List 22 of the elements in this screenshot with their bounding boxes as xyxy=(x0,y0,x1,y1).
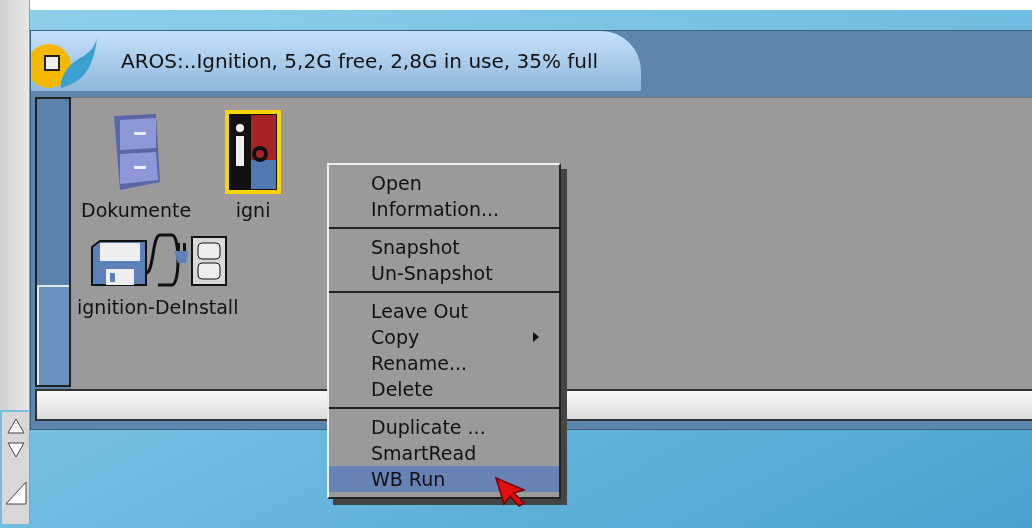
up-arrow-icon[interactable] xyxy=(5,416,26,436)
submenu-arrow-icon xyxy=(533,332,539,342)
resize-icon[interactable] xyxy=(3,480,28,506)
down-arrow-icon[interactable] xyxy=(5,440,26,460)
menu-item[interactable]: Delete xyxy=(329,376,559,402)
icon-label[interactable]: igni xyxy=(235,196,271,225)
icon-label[interactable]: Dokumente xyxy=(81,196,192,225)
menu-item[interactable]: Copy xyxy=(329,324,559,350)
vertical-scrollbar[interactable] xyxy=(35,97,71,387)
menu-item[interactable]: Duplicate ... xyxy=(329,414,559,440)
menu-item[interactable]: Leave Out xyxy=(329,298,559,324)
icon-label[interactable]: ignition-DeInstall xyxy=(77,292,239,321)
menu-item[interactable]: SmartRead xyxy=(329,440,559,466)
window-title: AROS:..Ignition, 5,2G free, 2,8G in use, 35% full xyxy=(121,48,599,75)
menu-item[interactable]: Snapshot xyxy=(329,234,559,260)
menu-item[interactable]: WB Run xyxy=(329,466,559,492)
menu-item[interactable]: Information... xyxy=(329,196,559,222)
menu-item[interactable]: Un-Snapshot xyxy=(329,260,559,286)
scroll-thumb[interactable] xyxy=(37,285,69,385)
mouse-pointer-icon xyxy=(494,476,528,508)
menu-item[interactable]: Rename... xyxy=(329,350,559,376)
menu-item[interactable]: Open xyxy=(329,170,559,196)
